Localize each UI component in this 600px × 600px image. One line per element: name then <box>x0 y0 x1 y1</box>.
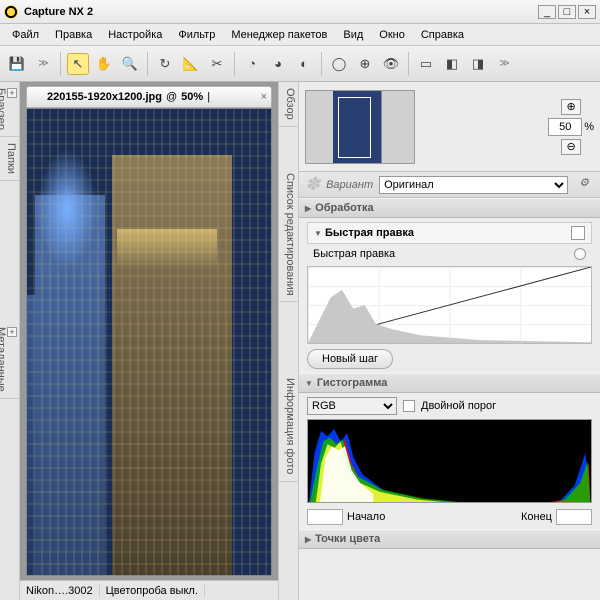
main-area: +Браузер Папки +Метаданные 220155-1920x1… <box>0 82 600 600</box>
quickedit-subrow: Быстрая правка <box>307 244 592 264</box>
dual-threshold-label: Двойной порог <box>421 400 496 412</box>
status-colorproof: Цветопроба выкл. <box>100 585 205 597</box>
section-colorpoints[interactable]: ▶ Точки цвета <box>299 529 600 549</box>
titlebar: Capture NX 2 _ □ × <box>0 0 600 24</box>
selection-tool-icon[interactable]: ▭ <box>415 53 437 75</box>
new-step-button[interactable]: Новый шаг <box>307 349 393 369</box>
separator <box>408 52 409 76</box>
gray-point-tool-icon[interactable]: ◐ <box>293 53 315 75</box>
zoom-input[interactable] <box>548 118 582 136</box>
separator <box>234 52 235 76</box>
range-start-input[interactable] <box>307 509 343 525</box>
pointer-tool-icon[interactable]: ↖ <box>67 53 89 75</box>
file-icon <box>31 91 43 103</box>
save-tool-icon[interactable]: 💾 <box>6 53 28 75</box>
navigator-thumbnail[interactable] <box>305 90 415 164</box>
tone-curve-editor[interactable] <box>307 266 592 344</box>
fill-tool-icon[interactable]: ◧ <box>441 53 463 75</box>
toolbar: 💾 ≫ ↖ ✋ 🔍 ↻ 📐 ✂ ◔ ◕ ◐ ◯ ⊕ 👁 ▭ ◧ ◨ ≫ <box>0 46 600 82</box>
menubar: Файл Правка Настройка Фильтр Менеджер па… <box>0 24 600 46</box>
zoom-out-button[interactable]: ⊖ <box>561 139 581 155</box>
range-end-input[interactable] <box>556 509 592 525</box>
straighten-tool-icon[interactable]: 📐 <box>180 53 202 75</box>
zoom-controls: ⊕ % ⊖ <box>548 99 594 155</box>
right-panel: ⊕ % ⊖ ✽ Вариант Оригинал ⚙ ▶ Обработка ▼… <box>298 82 600 600</box>
expand-icon: ▼ <box>314 229 322 238</box>
variant-row: ✽ Вариант Оригинал ⚙ <box>299 172 600 198</box>
rotate-tool-icon[interactable]: ↻ <box>154 53 176 75</box>
section-processing[interactable]: ▶ Обработка <box>299 198 600 218</box>
menu-filter[interactable]: Фильтр <box>172 27 221 43</box>
toolbar-more-1[interactable]: ≫ <box>32 53 54 75</box>
app-logo-icon <box>4 5 18 19</box>
histogram-range-row: Начало Конец <box>307 509 592 525</box>
expand-icon: ▼ <box>305 379 313 388</box>
black-point-tool-icon[interactable]: ◔ <box>241 53 263 75</box>
menu-adjust[interactable]: Настройка <box>102 27 168 43</box>
right-side-tabs: Обзор Список редактирования Информация ф… <box>278 82 298 600</box>
separator <box>321 52 322 76</box>
image-tab[interactable]: 220155-1920x1200.jpg @ 50% | × <box>26 86 272 108</box>
variant-select[interactable]: Оригинал <box>379 176 568 194</box>
menu-file[interactable]: Файл <box>6 27 45 43</box>
control-point-tool-icon[interactable]: ⊕ <box>354 53 376 75</box>
close-tab-icon[interactable]: × <box>261 91 267 103</box>
image-statusbar: Nikon….3002 Цветопроба выкл. <box>20 580 278 600</box>
separator <box>60 52 61 76</box>
navigator-area: ⊕ % ⊖ <box>299 82 600 172</box>
range-start-label: Начало <box>347 511 385 523</box>
menu-window[interactable]: Окно <box>373 27 411 43</box>
white-point-tool-icon[interactable]: ◕ <box>267 53 289 75</box>
lasso-tool-icon[interactable]: ◯ <box>328 53 350 75</box>
quickedit-panel: ▼ Быстрая правка Быстрая правка Новый ша… <box>299 218 600 373</box>
hand-tool-icon[interactable]: ✋ <box>93 53 115 75</box>
collapse-icon: ▶ <box>305 204 311 213</box>
variant-gear-icon[interactable]: ⚙ <box>574 176 594 194</box>
image-filename: 220155-1920x1200.jpg <box>47 91 162 103</box>
variant-icon: ✽ <box>305 174 320 195</box>
expand-icon: + <box>7 327 17 337</box>
toolbar-more-2[interactable]: ≫ <box>493 53 515 75</box>
redeye-tool-icon[interactable]: 👁 <box>380 53 402 75</box>
menu-help[interactable]: Справка <box>415 27 470 43</box>
close-button[interactable]: × <box>578 5 596 19</box>
gradient-tool-icon[interactable]: ◨ <box>467 53 489 75</box>
collapse-icon: ▶ <box>305 535 311 544</box>
menu-edit[interactable]: Правка <box>49 27 98 43</box>
sidetab-photoinfo[interactable]: Информация фото <box>279 372 298 481</box>
rgb-histogram[interactable] <box>307 419 592 503</box>
menu-view[interactable]: Вид <box>337 27 369 43</box>
histogram-controls: RGB Двойной порог <box>307 397 592 415</box>
image-area: 220155-1920x1200.jpg @ 50% | × Nikon….30… <box>20 82 278 600</box>
sidetab-editlist[interactable]: Список редактирования <box>279 167 298 303</box>
app-title: Capture NX 2 <box>24 6 536 18</box>
menu-batch[interactable]: Менеджер пакетов <box>225 27 333 43</box>
sidetab-overview[interactable]: Обзор <box>279 82 298 127</box>
channel-select[interactable]: RGB <box>307 397 397 415</box>
sidetab-metadata[interactable]: +Метаданные <box>0 321 19 399</box>
crop-tool-icon[interactable]: ✂ <box>206 53 228 75</box>
left-side-tabs: +Браузер Папки +Метаданные <box>0 82 20 600</box>
quickedit-radio[interactable] <box>574 248 586 260</box>
histogram-panel: RGB Двойной порог Начало Конец <box>299 393 600 529</box>
expand-icon: + <box>7 88 17 98</box>
dual-threshold-checkbox[interactable] <box>403 400 415 412</box>
zoom-pct-label: % <box>584 121 594 133</box>
separator <box>147 52 148 76</box>
quickedit-toggle-checkbox[interactable] <box>571 226 585 240</box>
image-zoom-label: 50% <box>181 91 203 103</box>
zoom-in-button[interactable]: ⊕ <box>561 99 581 115</box>
minimize-button[interactable]: _ <box>538 5 556 19</box>
quickedit-header[interactable]: ▼ Быстрая правка <box>307 222 592 244</box>
maximize-button[interactable]: □ <box>558 5 576 19</box>
section-histogram[interactable]: ▼ Гистограмма <box>299 373 600 393</box>
variant-label: Вариант <box>326 179 373 191</box>
sidetab-folders[interactable]: Папки <box>0 137 19 181</box>
status-camera: Nikon….3002 <box>20 585 100 597</box>
range-end-label: Конец <box>521 511 552 523</box>
sidetab-browser[interactable]: +Браузер <box>0 82 19 137</box>
zoom-tool-icon[interactable]: 🔍 <box>119 53 141 75</box>
image-viewport[interactable] <box>26 108 272 576</box>
